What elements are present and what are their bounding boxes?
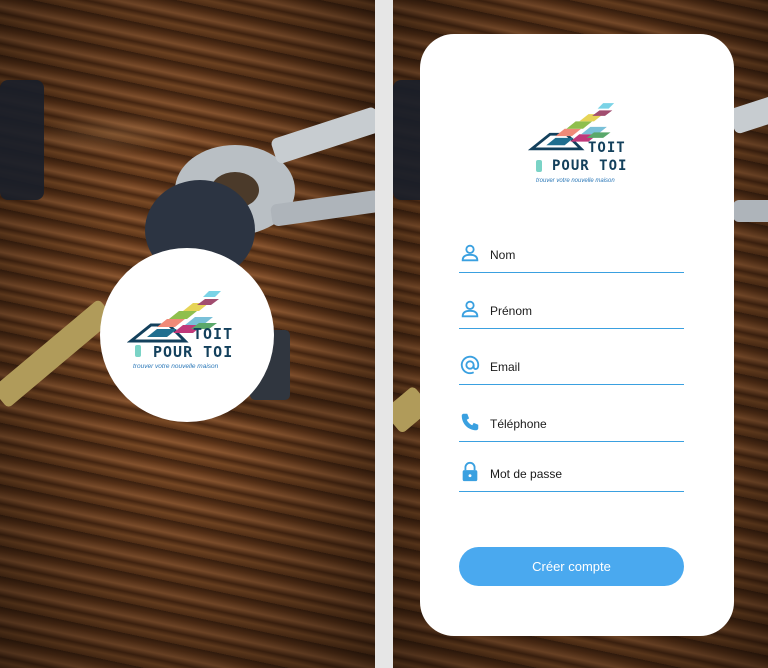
prenom-field[interactable]: Prénom bbox=[459, 298, 684, 329]
phone-icon bbox=[461, 413, 479, 431]
signup-form-card: TOIT POUR TOI trouver votre nouvelle mai… bbox=[420, 34, 734, 636]
logo-tagline: trouver votre nouvelle maison bbox=[536, 178, 615, 184]
nom-field[interactable]: Nom bbox=[459, 242, 684, 273]
password-label: Mot de passe bbox=[490, 467, 563, 481]
logo-bar-icon bbox=[135, 345, 141, 357]
splash-logo-circle: TOIT POUR TOI trouver votre nouvelle mai… bbox=[100, 248, 274, 422]
create-account-button[interactable]: Créer compte bbox=[459, 547, 684, 586]
at-icon bbox=[460, 355, 480, 375]
logo-title-line1: TOIT bbox=[193, 325, 234, 343]
telephone-field[interactable]: Téléphone bbox=[459, 411, 684, 442]
nom-label: Nom bbox=[490, 248, 516, 262]
app-logo: TOIT POUR TOI trouver votre nouvelle mai… bbox=[528, 96, 638, 192]
app-logo: TOIT POUR TOI trouver votre nouvelle mai… bbox=[127, 285, 247, 385]
logo-title-line1: TOIT bbox=[588, 140, 626, 156]
person-icon bbox=[461, 244, 479, 262]
splash-screen: TOIT POUR TOI trouver votre nouvelle mai… bbox=[0, 0, 375, 668]
email-field[interactable]: Email bbox=[459, 354, 684, 385]
logo-title-line2: POUR TOI bbox=[552, 158, 628, 174]
logo-title-line2: POUR TOI bbox=[153, 343, 234, 361]
logo-tagline: trouver votre nouvelle maison bbox=[133, 363, 219, 370]
password-field[interactable]: Mot de passe bbox=[459, 461, 684, 492]
telephone-label: Téléphone bbox=[490, 417, 547, 431]
logo-bar-icon bbox=[536, 160, 542, 172]
email-label: Email bbox=[490, 360, 521, 374]
prenom-label: Prénom bbox=[490, 304, 533, 318]
person-icon bbox=[461, 300, 479, 318]
lock-icon bbox=[462, 461, 478, 482]
